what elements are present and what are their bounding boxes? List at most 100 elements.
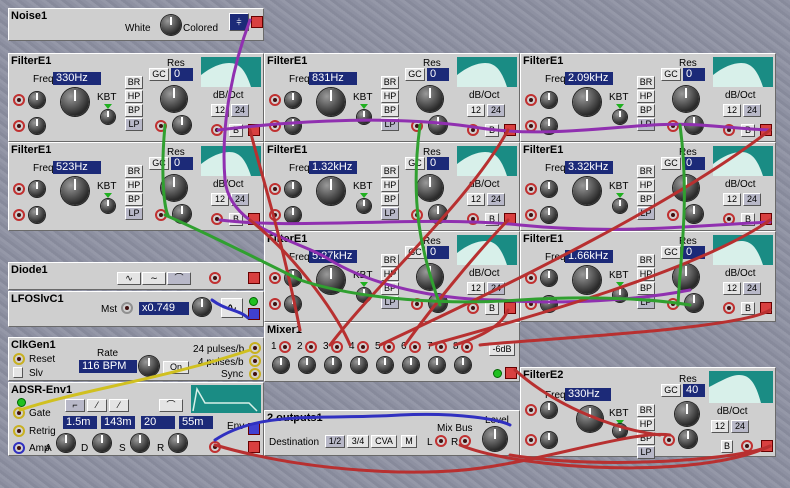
mod-knob[interactable]: [285, 296, 301, 312]
diode-input-jack[interactable]: [209, 272, 221, 284]
bypass-button[interactable]: B: [741, 213, 755, 226]
bypass-button[interactable]: B: [721, 440, 733, 453]
audio-input-jack[interactable]: [155, 120, 167, 132]
noise-output-jack[interactable]: [251, 16, 263, 28]
kbt-knob[interactable]: [613, 424, 627, 438]
audio-input-jack[interactable]: [155, 209, 167, 221]
audio-input-jack[interactable]: [667, 209, 679, 221]
pitch-mod-knob[interactable]: [285, 270, 301, 286]
input-level-knob[interactable]: [685, 294, 703, 312]
res-knob[interactable]: [673, 86, 699, 112]
filter-output-jack[interactable]: [760, 124, 772, 136]
mod-knob[interactable]: [541, 432, 557, 448]
diode-mode-3-button[interactable]: ⌒: [167, 272, 191, 285]
audio-input-jack[interactable]: [411, 120, 423, 132]
mode-br-button[interactable]: BR: [381, 254, 399, 267]
kbt-knob[interactable]: [357, 288, 371, 302]
level-knob[interactable]: [483, 427, 507, 451]
p24-output-jack[interactable]: [249, 342, 261, 354]
mode-bp-button[interactable]: BP: [381, 282, 399, 295]
shape-4-button[interactable]: ⌒: [159, 399, 183, 412]
pitch-input-jack[interactable]: [13, 94, 25, 106]
mode-lp-button[interactable]: LP: [125, 207, 143, 220]
m-button[interactable]: M: [401, 435, 417, 448]
mixer-channel-knob[interactable]: [299, 357, 315, 373]
audio-input-jack[interactable]: [411, 298, 423, 310]
mixer-channel-input-jack[interactable]: [383, 341, 395, 353]
retrig-input-jack[interactable]: [13, 425, 25, 437]
input-level-knob[interactable]: [685, 116, 703, 134]
kbt-knob[interactable]: [357, 199, 371, 213]
mod-knob[interactable]: [29, 118, 45, 134]
kbt-knob[interactable]: [613, 110, 627, 124]
slope-24-button[interactable]: 24: [743, 104, 761, 117]
mod-knob[interactable]: [541, 296, 557, 312]
pitch-input-jack[interactable]: [525, 404, 537, 416]
lfo-wave-button[interactable]: ∿: [221, 298, 243, 318]
mixer-channel-input-jack[interactable]: [357, 341, 369, 353]
slope-24-button[interactable]: 24: [487, 104, 505, 117]
mode-bp-button[interactable]: BP: [381, 193, 399, 206]
on-button[interactable]: On: [163, 361, 189, 374]
pitch-input-jack[interactable]: [269, 183, 281, 195]
filter-output-jack[interactable]: [504, 302, 516, 314]
gc-button[interactable]: GC: [661, 68, 681, 81]
input-level-knob[interactable]: [429, 205, 447, 223]
filter-out-jack-left[interactable]: [723, 213, 735, 225]
slope-24-button[interactable]: 24: [487, 193, 505, 206]
mod-knob[interactable]: [541, 118, 557, 134]
input-level-knob[interactable]: [685, 205, 703, 223]
mod-input-jack[interactable]: [525, 434, 537, 446]
bypass-button[interactable]: B: [229, 124, 243, 137]
filter-output-jack-left[interactable]: [741, 440, 753, 452]
mixer-channel-input-jack[interactable]: [279, 341, 291, 353]
freq-knob[interactable]: [573, 177, 601, 205]
gc-button[interactable]: GC: [149, 68, 169, 81]
bypass-button[interactable]: B: [485, 124, 499, 137]
mixer-channel-knob[interactable]: [325, 357, 341, 373]
freq-knob[interactable]: [577, 406, 603, 432]
diode-mode-1-button[interactable]: ∿: [117, 272, 141, 285]
pitch-input-jack[interactable]: [525, 272, 537, 284]
gate-input-jack[interactable]: [13, 407, 25, 419]
bypass-button[interactable]: B: [741, 302, 755, 315]
input-level-knob[interactable]: [429, 116, 447, 134]
amp-input-jack[interactable]: [13, 442, 25, 454]
pitch-mod-knob[interactable]: [541, 181, 557, 197]
audio-input-jack[interactable]: [411, 209, 423, 221]
res-knob[interactable]: [673, 264, 699, 290]
slope-24-button[interactable]: 24: [743, 193, 761, 206]
freq-knob[interactable]: [317, 88, 345, 116]
mode-bp-button[interactable]: BP: [637, 282, 655, 295]
sync-output-jack[interactable]: [249, 368, 261, 380]
mode-br-button[interactable]: BR: [125, 76, 143, 89]
mod-input-jack[interactable]: [269, 209, 281, 221]
mode-lp-button[interactable]: LP: [637, 446, 655, 459]
audio-input-jack[interactable]: [663, 434, 675, 446]
gc-button[interactable]: GC: [661, 246, 681, 259]
diode-output-jack[interactable]: [248, 272, 260, 284]
right-input-jack[interactable]: [459, 435, 471, 447]
input-level-knob[interactable]: [679, 430, 697, 448]
mod-input-jack[interactable]: [525, 209, 537, 221]
mode-br-button[interactable]: BR: [381, 76, 399, 89]
lfo-output-jack[interactable]: [248, 308, 260, 320]
mod-input-jack[interactable]: [525, 120, 537, 132]
res-knob[interactable]: [417, 175, 443, 201]
kbt-knob[interactable]: [101, 199, 115, 213]
freq-knob[interactable]: [61, 88, 89, 116]
filter-output-jack[interactable]: [504, 213, 516, 225]
freq-knob[interactable]: [573, 88, 601, 116]
mod-knob[interactable]: [285, 207, 301, 223]
slope-24-button[interactable]: 24: [487, 282, 505, 295]
gc-button[interactable]: GC: [149, 157, 169, 170]
rate-knob[interactable]: [139, 356, 159, 376]
decay-knob[interactable]: [93, 434, 111, 452]
audio-input-jack[interactable]: [667, 298, 679, 310]
shape-1-button[interactable]: ⌐: [65, 399, 85, 412]
res-knob[interactable]: [675, 402, 699, 426]
pitch-input-jack[interactable]: [525, 94, 537, 106]
mode-hp-button[interactable]: HP: [381, 179, 399, 192]
mixer-channel-knob[interactable]: [403, 357, 419, 373]
mode-br-button[interactable]: BR: [637, 404, 655, 417]
